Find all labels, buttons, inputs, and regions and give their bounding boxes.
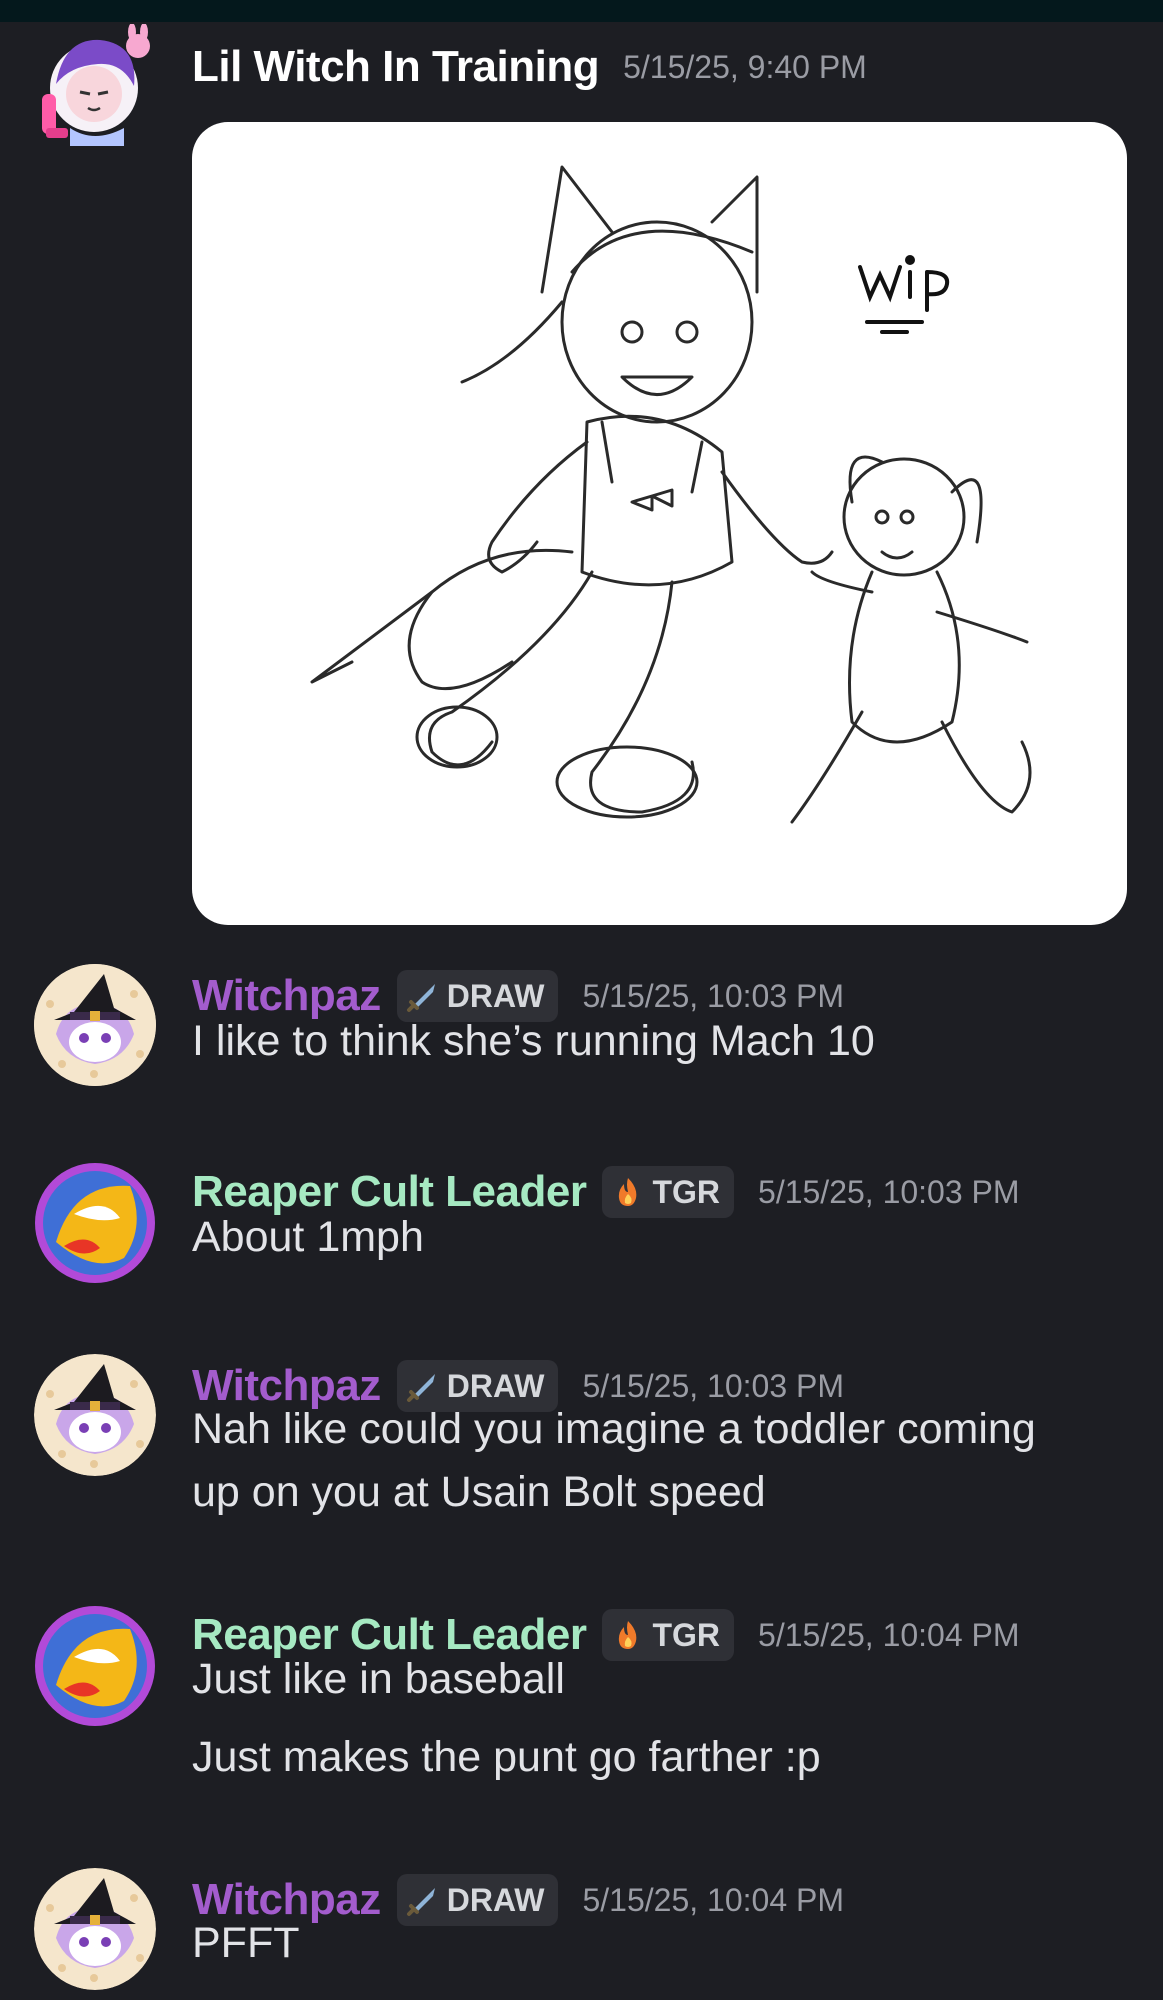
tag-label: TGR [652,1616,721,1653]
message-text: Just like in baseball [192,1655,565,1703]
avatar[interactable] [34,964,156,1086]
timestamp: 5/15/25, 9:40 PM [623,48,867,85]
message-text: I like to think she’s running Mach 10 [192,1017,875,1065]
image-attachment[interactable] [192,122,1127,925]
message-text: PFFT [192,1919,300,1967]
timestamp: 5/15/25, 10:03 PM [582,977,844,1014]
avatar[interactable] [34,24,156,146]
sketch-image [310,165,1032,824]
avatar[interactable] [34,1868,156,1990]
author-name[interactable]: Lil Witch In Training [192,42,600,92]
avatar[interactable] [34,1605,156,1727]
message-text: Nah like could you imagine a toddler com… [192,1405,1036,1453]
sword-icon [406,1888,435,1916]
role-tag[interactable]: TGR [602,1609,735,1661]
sword-icon [406,984,435,1012]
message-text: About 1mph [192,1213,424,1261]
avatar[interactable] [34,1162,156,1284]
tag-label: TGR [652,1173,721,1210]
tag-label: DRAW [446,1881,545,1918]
fire-icon [619,1178,637,1206]
message-text: up on you at Usain Bolt speed [192,1468,766,1516]
top-status-bar [0,0,1163,22]
fire-icon [619,1621,637,1649]
tag-label: DRAW [446,977,545,1014]
avatar[interactable] [34,1354,156,1476]
timestamp: 5/15/25, 10:04 PM [758,1616,1020,1653]
timestamp: 5/15/25, 10:03 PM [758,1173,1020,1210]
role-tag[interactable]: TGR [602,1166,735,1218]
message-text: Just makes the punt go farther :p [192,1733,821,1781]
role-tag[interactable]: DRAW [396,1874,559,1926]
timestamp: 5/15/25, 10:04 PM [582,1881,844,1918]
